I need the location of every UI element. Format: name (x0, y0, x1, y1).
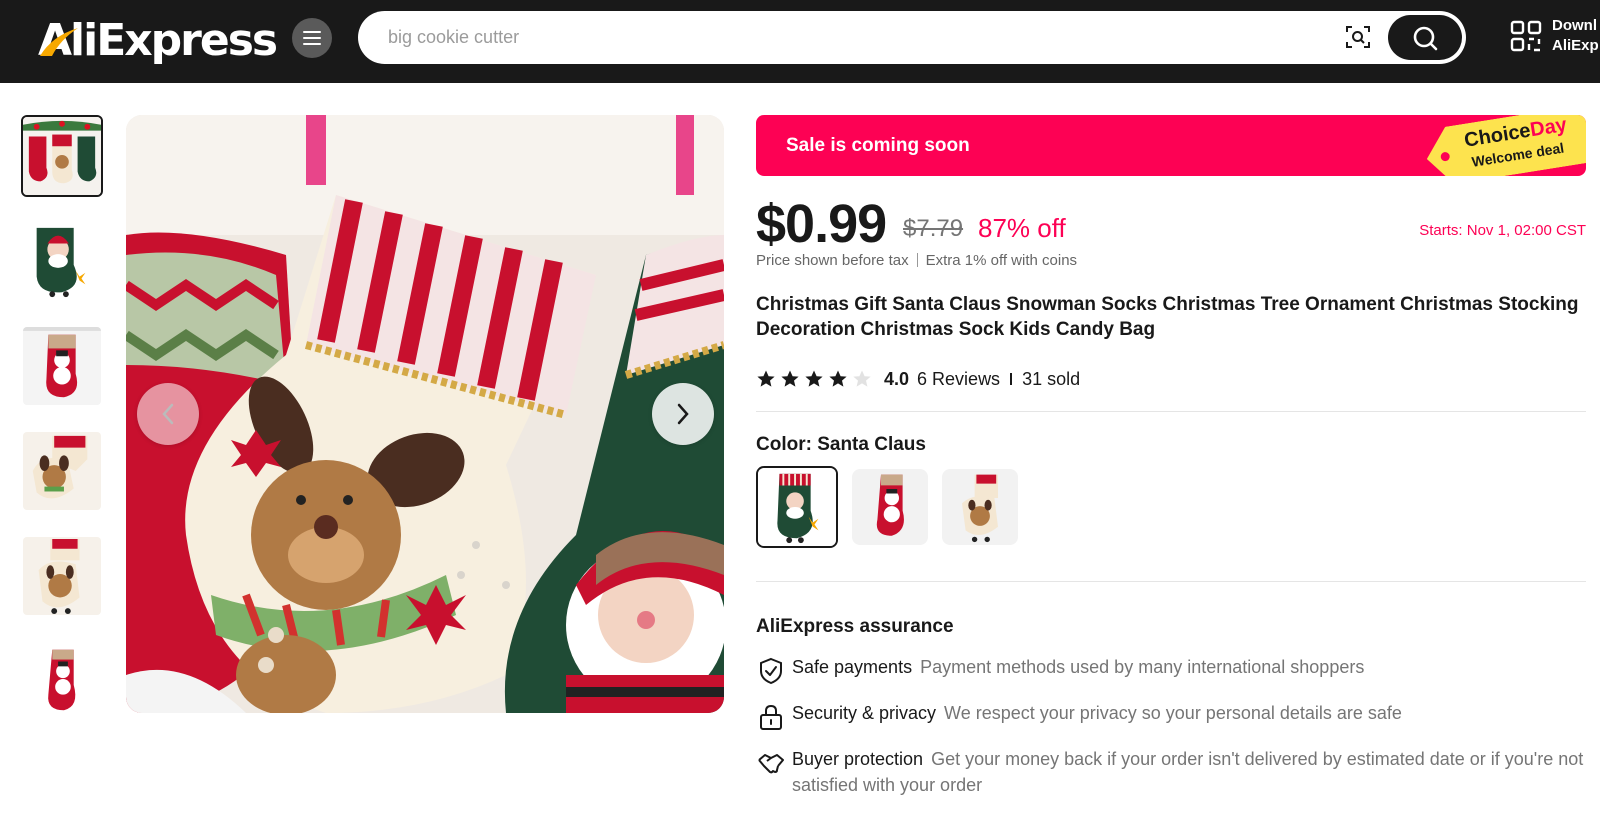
product-title: Christmas Gift Santa Claus Snowman Socks… (756, 294, 1579, 340)
star-filled-icon (757, 370, 775, 387)
assurance-item-safe-payments[interactable]: Safe payments Payment methods used by man… (756, 654, 1586, 686)
star-filled-icon (805, 370, 823, 387)
assurance-title: AliExpress assurance (756, 616, 954, 637)
swatch-reindeer[interactable] (942, 469, 1018, 545)
divider (756, 581, 1586, 582)
handshake-icon (758, 754, 784, 774)
coins-note[interactable]: Extra 1% off with coins (926, 252, 1077, 269)
thumbnail-image (23, 642, 101, 720)
main-product-image[interactable] (126, 115, 724, 713)
search-input[interactable] (388, 11, 1338, 64)
assurance-item-security-privacy[interactable]: Security & privacy We respect your privac… (756, 700, 1586, 732)
assurance-text: Safe payments Payment methods used by man… (792, 654, 1364, 686)
thumbnail-1[interactable] (21, 115, 103, 197)
discount-percent: 87% off (978, 213, 1066, 243)
thumbnail-4[interactable] (21, 430, 103, 512)
chevron-right-icon (677, 403, 689, 425)
qr-code-icon (1510, 20, 1542, 52)
app-download-line2: AliExp (1552, 37, 1599, 54)
sale-banner-text: Sale is coming soon (786, 135, 970, 156)
choice-day-tag: ChoiceDay Welcome deal (1422, 115, 1586, 176)
camera-scan-icon (1346, 26, 1370, 48)
app-download-link[interactable]: Downl AliExp (1510, 16, 1599, 56)
hamburger-icon (303, 31, 321, 45)
thumbnail-image (23, 327, 101, 405)
thumbnail-2[interactable] (21, 220, 103, 302)
logo-swoosh-icon (40, 28, 78, 56)
original-price: $7.79 (903, 215, 964, 242)
assurance-item-title: Safe payments (792, 657, 913, 677)
assurance-item-buyer-protection[interactable]: Buyer protection Get your money back if y… (756, 746, 1586, 798)
aliexpress-logo[interactable]: AliExpress (38, 12, 278, 68)
star-empty-icon (853, 370, 871, 387)
assurance-item-title: Buyer protection (792, 749, 924, 769)
sale-banner: Sale is coming soon ChoiceDay Welcome de… (756, 115, 1586, 176)
app-download-text: Downl AliExp (1552, 16, 1599, 56)
thumbnail-6[interactable] (21, 640, 103, 722)
color-swatches (756, 466, 1018, 548)
assurance-item-desc: Payment methods used by many internation… (920, 657, 1365, 677)
assurance-item-desc: We respect your privacy so your personal… (944, 703, 1402, 723)
price-row: $0.99 $7.79 87% off Starts: Nov 1, 02:00… (756, 193, 1586, 254)
thumbnail-image (23, 432, 101, 510)
star-filled-icon (781, 370, 799, 387)
rating-row: 4.0 6 Reviews 31 sold (756, 365, 1080, 393)
assurance-text: Buyer protection Get your money back if y… (792, 746, 1586, 798)
swatch-santa-claus[interactable] (756, 466, 838, 548)
swatch-image (854, 471, 926, 543)
reviews-link[interactable]: 6 Reviews (917, 369, 1000, 390)
swatch-image (944, 471, 1016, 543)
next-image-button[interactable] (652, 383, 714, 445)
note-separator (916, 253, 918, 267)
search-icon (1413, 26, 1438, 50)
search-bar (358, 11, 1466, 64)
product-photo (126, 115, 724, 713)
lock-icon (760, 704, 782, 730)
divider (756, 411, 1586, 412)
search-button[interactable] (1388, 15, 1462, 60)
tax-note: Price shown before tax (756, 252, 909, 269)
shield-check-icon (760, 657, 782, 685)
thumbnail-image (23, 537, 101, 615)
rating-value: 4.0 (884, 368, 910, 389)
thumbnail-list (21, 115, 105, 745)
price-notes: Price shown before tax Extra 1% off with … (756, 252, 1077, 269)
swatch-snowman[interactable] (852, 469, 928, 545)
sold-count: 31 sold (1022, 368, 1081, 389)
category-menu-button[interactable] (292, 18, 332, 58)
star-rating (756, 369, 872, 389)
star-filled-icon (829, 370, 847, 387)
sale-start-time: Starts: Nov 1, 02:00 CST (1419, 222, 1586, 239)
color-label: Color: Santa Claus (756, 434, 926, 455)
day-word: Day (1528, 115, 1569, 142)
assurance-item-title: Security & privacy (792, 703, 937, 723)
rating-separator (1010, 373, 1013, 385)
top-header: AliExpress big cookie cutter Downl AliEx… (0, 0, 1600, 83)
thumbnail-image (23, 222, 101, 300)
previous-image-button[interactable] (137, 383, 199, 445)
current-price: $0.99 (756, 194, 887, 254)
image-search-button[interactable] (1342, 21, 1374, 53)
app-download-line1: Downl (1552, 17, 1597, 34)
swatch-image (758, 468, 836, 546)
thumbnail-3[interactable] (21, 325, 103, 407)
chevron-left-icon (162, 403, 174, 425)
thumbnail-image (23, 117, 101, 195)
assurance-text: Security & privacy We respect your privac… (792, 700, 1402, 732)
thumbnail-5[interactable] (21, 535, 103, 617)
